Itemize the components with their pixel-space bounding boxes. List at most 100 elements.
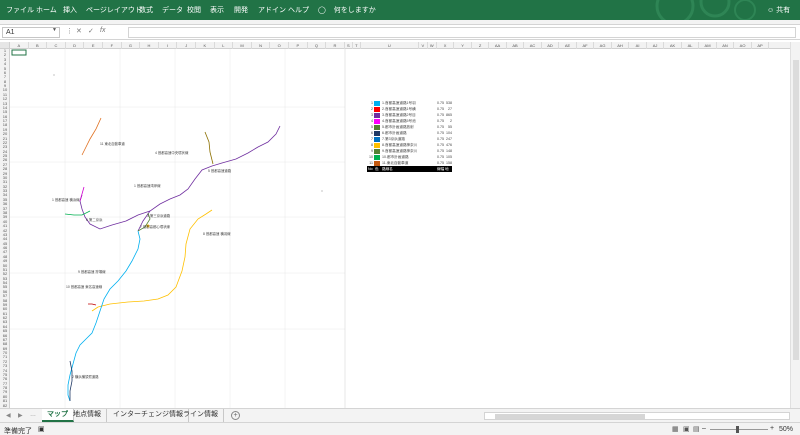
column-header[interactable]: O — [270, 42, 289, 49]
map-label: 6 第二京浜 — [86, 218, 103, 222]
column-header[interactable]: AM — [699, 42, 717, 49]
column-header[interactable]: AI — [629, 42, 647, 49]
column-header[interactable]: B — [29, 42, 48, 49]
more-icon: ⋮ — [66, 28, 73, 35]
map-label: 10 首都高速 東名高速線 — [66, 285, 103, 289]
map-label: 5 首都高速道路 — [208, 169, 232, 173]
legend-header: 路線名 — [382, 167, 393, 171]
column-header[interactable]: T — [353, 42, 361, 49]
column-header[interactable]: AB — [507, 42, 525, 49]
column-header[interactable]: AD — [542, 42, 560, 49]
column-header[interactable]: AN — [717, 42, 735, 49]
select-all-corner[interactable] — [0, 42, 10, 49]
tab-addins[interactable]: アドイン — [258, 5, 286, 15]
share-button[interactable]: ☺ 共有 — [767, 5, 790, 15]
cancel-icon[interactable]: ✕ — [76, 27, 82, 35]
column-header[interactable]: AG — [594, 42, 612, 49]
column-header[interactable]: AC — [524, 42, 542, 49]
column-header[interactable]: AP — [752, 42, 770, 49]
normal-view-icon[interactable]: ▦ — [672, 425, 679, 433]
zoom-slider-knob[interactable] — [736, 426, 739, 433]
sheet-tab-points[interactable]: 地点情報 — [68, 409, 107, 422]
column-header[interactable]: I — [159, 42, 178, 49]
vertical-scrollbar[interactable] — [790, 42, 800, 408]
column-header[interactable]: H — [140, 42, 159, 49]
tab-home[interactable]: ホーム — [36, 5, 57, 15]
add-sheet-button[interactable]: + — [231, 411, 240, 420]
excel-window: ファイル ホーム 挿入 ページレイアウト 数式 データ 校閲 表示 開発 アドイ… — [0, 0, 800, 435]
more-sheets-icon[interactable]: … — [30, 412, 36, 418]
column-header[interactable]: A — [10, 42, 29, 49]
zoom-in-button[interactable]: + — [770, 425, 774, 432]
tab-view[interactable]: 表示 — [210, 5, 224, 15]
column-header[interactable]: AA — [489, 42, 507, 49]
column-header[interactable]: AJ — [647, 42, 665, 49]
tab-insert[interactable]: 挿入 — [63, 5, 77, 15]
sheet-tab-interchange[interactable]: インターチェンジ情報 — [108, 409, 189, 422]
column-header[interactable]: AK — [664, 42, 682, 49]
tab-data[interactable]: データ — [162, 5, 183, 15]
tab-formulas[interactable]: 数式 — [139, 5, 153, 15]
column-header[interactable]: D — [66, 42, 85, 49]
cell-grid[interactable]: 11 東北自動車道 4 首都高速中央環状線 5 首都高速道路 1 首都高速湾岸線… — [10, 49, 790, 408]
column-header[interactable]: M — [233, 42, 252, 49]
column-header[interactable]: J — [177, 42, 196, 49]
column-header[interactable]: S — [345, 42, 353, 49]
column-header[interactable]: X — [437, 42, 455, 49]
tab-developer[interactable]: 開発 — [234, 5, 248, 15]
legend-color-swatch — [374, 154, 380, 160]
zoom-level[interactable]: 50% — [779, 426, 793, 433]
scroll-thumb[interactable] — [793, 60, 799, 360]
legend-color-swatch — [374, 106, 380, 112]
page-layout-view-icon[interactable]: ▣ — [683, 425, 690, 433]
scroll-thumb[interactable] — [495, 414, 645, 419]
chevron-down-icon[interactable]: ▼ — [52, 27, 57, 33]
page-break-view-icon[interactable]: ▤ — [693, 425, 700, 433]
column-header[interactable]: U — [361, 42, 419, 49]
column-header[interactable]: Y — [454, 42, 472, 49]
formula-bar: A1 ▼ ⋮ ✕ ✓ fx — [0, 25, 800, 40]
column-header[interactable]: Z — [472, 42, 490, 49]
column-header[interactable]: N — [252, 42, 271, 49]
tab-review[interactable]: 校閲 — [187, 5, 201, 15]
column-header[interactable]: W — [428, 42, 437, 49]
column-header[interactable]: L — [215, 42, 234, 49]
column-header[interactable]: AH — [612, 42, 630, 49]
tell-me-box[interactable]: ◯ 何をしますか — [318, 5, 376, 15]
column-header[interactable]: AO — [734, 42, 752, 49]
fx-icon[interactable]: fx — [100, 27, 105, 34]
stray-point — [53, 74, 55, 76]
column-header[interactable]: AE — [559, 42, 577, 49]
route-line-green — [64, 210, 91, 216]
macro-record-icon[interactable]: ▣ — [38, 425, 45, 433]
legend-color-swatch — [374, 130, 380, 136]
status-bar: 準備完了 ▣ ▦ ▣ ▤ – + 50% — [0, 422, 800, 435]
column-header[interactable]: E — [84, 42, 103, 49]
sheet-tab-lines[interactable]: ライン情報 — [178, 409, 224, 422]
tab-help[interactable]: ヘルプ — [288, 5, 309, 15]
prev-sheet-icon[interactable]: ◀ — [6, 412, 11, 419]
next-sheet-icon[interactable]: ▶ — [18, 412, 23, 419]
column-headers: A B C D E F G H I J K L M N O P Q R S T U V W X Y Z AA AB AC AD AE AF AG… — [10, 42, 790, 49]
formula-input[interactable] — [128, 27, 796, 38]
column-header[interactable]: R — [326, 42, 345, 49]
column-header[interactable]: P — [289, 42, 308, 49]
column-header[interactable]: G — [122, 42, 141, 49]
column-header[interactable]: V — [419, 42, 428, 49]
column-header[interactable]: F — [103, 42, 122, 49]
column-header[interactable]: Q — [308, 42, 327, 49]
legend-color-swatch — [374, 148, 380, 154]
column-header[interactable]: K — [196, 42, 215, 49]
map-label: 2 横浜横須賀道路 — [72, 375, 99, 379]
zoom-slider[interactable] — [710, 429, 768, 430]
legend-color-swatch — [374, 136, 380, 142]
enter-icon[interactable]: ✓ — [88, 27, 94, 35]
column-header[interactable]: C — [47, 42, 66, 49]
tab-page-layout[interactable]: ページレイアウト — [86, 5, 142, 15]
zoom-out-button[interactable]: – — [702, 425, 706, 432]
tab-file[interactable]: ファイル — [6, 5, 34, 15]
horizontal-scrollbar[interactable] — [484, 412, 790, 420]
selected-cell[interactable] — [11, 49, 27, 56]
column-header[interactable]: AL — [682, 42, 700, 49]
column-header[interactable]: AF — [577, 42, 595, 49]
